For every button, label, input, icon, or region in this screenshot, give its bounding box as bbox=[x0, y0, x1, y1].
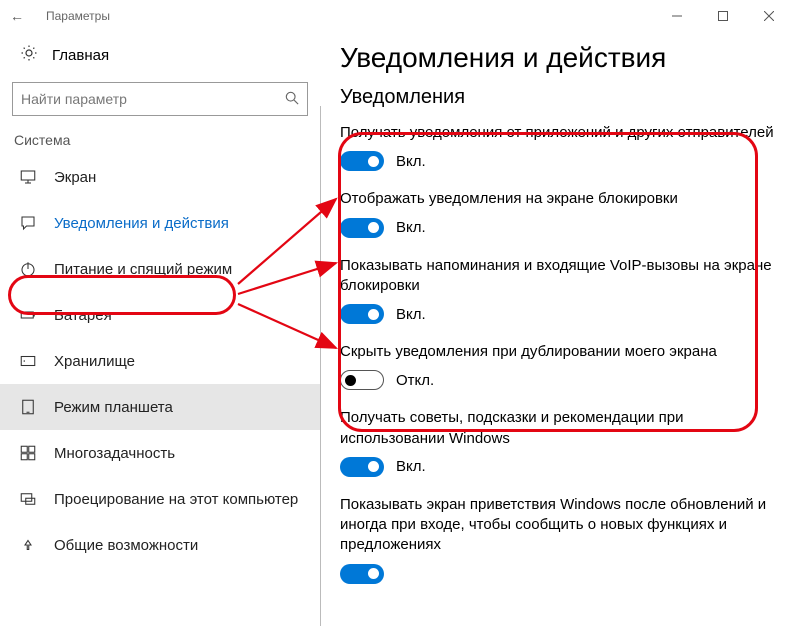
setting-label: Скрыть уведомления при дублировании моег… bbox=[340, 342, 780, 362]
sidebar-item-label: Режим планшета bbox=[54, 399, 173, 416]
setting-label: Показывать экран приветствия Windows пос… bbox=[340, 495, 780, 556]
toggle-switch[interactable] bbox=[340, 457, 384, 477]
setting-row: Отображать уведомления на экране блокиро… bbox=[340, 189, 780, 237]
tablet-icon bbox=[18, 398, 38, 416]
sidebar-item-label: Батарея bbox=[54, 307, 112, 324]
sidebar-item-monitor[interactable]: Экран bbox=[0, 154, 320, 200]
setting-label: Отображать уведомления на экране блокиро… bbox=[340, 189, 780, 209]
home-link[interactable]: Главная bbox=[0, 32, 320, 74]
battery-icon bbox=[18, 306, 38, 324]
sidebar-item-tablet[interactable]: Режим планшета bbox=[0, 384, 320, 430]
sidebar-item-label: Многозадачность bbox=[54, 445, 175, 462]
sidebar-item-label: Общие возможности bbox=[54, 537, 198, 554]
setting-label: Показывать напоминания и входящие VoIP-в… bbox=[340, 256, 780, 297]
home-label: Главная bbox=[52, 47, 109, 64]
sidebar-item-label: Хранилище bbox=[54, 353, 135, 370]
toggle-state: Вкл. bbox=[396, 458, 426, 475]
page-title: Уведомления и действия bbox=[340, 42, 780, 74]
notify-icon bbox=[18, 214, 38, 232]
search-placeholder: Найти параметр bbox=[21, 91, 285, 107]
minimize-button[interactable] bbox=[654, 0, 700, 32]
sidebar-item-shared[interactable]: Общие возможности bbox=[0, 522, 320, 568]
sidebar-item-storage[interactable]: Хранилище bbox=[0, 338, 320, 384]
sidebar-item-notify[interactable]: Уведомления и действия bbox=[0, 200, 320, 246]
multi-icon bbox=[18, 444, 38, 462]
toggle-switch[interactable] bbox=[340, 304, 384, 324]
gear-icon bbox=[20, 44, 38, 66]
toggle-switch[interactable] bbox=[340, 151, 384, 171]
setting-label: Получать уведомления от приложений и дру… bbox=[340, 123, 780, 143]
pane-divider bbox=[320, 106, 321, 626]
setting-row: Скрыть уведомления при дублировании моег… bbox=[340, 342, 780, 390]
toggle-switch[interactable] bbox=[340, 218, 384, 238]
sidebar-item-label: Проецирование на этот компьютер bbox=[54, 491, 298, 508]
sidebar-item-project[interactable]: Проецирование на этот компьютер bbox=[0, 476, 320, 522]
close-button[interactable] bbox=[746, 0, 792, 32]
setting-row: Показывать экран приветствия Windows пос… bbox=[340, 495, 780, 584]
back-button[interactable]: ← bbox=[10, 8, 46, 24]
toggle-state: Вкл. bbox=[396, 306, 426, 323]
sidebar-item-power[interactable]: Питание и спящий режим bbox=[0, 246, 320, 292]
toggle-switch[interactable] bbox=[340, 564, 384, 584]
project-icon bbox=[18, 490, 38, 508]
toggle-state: Вкл. bbox=[396, 219, 426, 236]
power-icon bbox=[18, 260, 38, 278]
page-subheading: Уведомления bbox=[340, 86, 780, 109]
window-title: Параметры bbox=[46, 9, 110, 23]
setting-row: Получать советы, подсказки и рекомендаци… bbox=[340, 408, 780, 477]
search-icon bbox=[285, 91, 299, 108]
section-heading: Система bbox=[0, 132, 320, 154]
search-input[interactable]: Найти параметр bbox=[12, 82, 308, 116]
monitor-icon bbox=[18, 168, 38, 186]
sidebar-item-label: Питание и спящий режим bbox=[54, 261, 232, 278]
titlebar: ← Параметры bbox=[0, 0, 792, 32]
setting-row: Получать уведомления от приложений и дру… bbox=[340, 123, 780, 171]
maximize-button[interactable] bbox=[700, 0, 746, 32]
sidebar-item-label: Экран bbox=[54, 169, 96, 186]
sidebar-item-multi[interactable]: Многозадачность bbox=[0, 430, 320, 476]
sidebar-item-label: Уведомления и действия bbox=[54, 215, 229, 232]
sidebar-item-battery[interactable]: Батарея bbox=[0, 292, 320, 338]
right-pane: Уведомления и действия Уведомления Получ… bbox=[320, 32, 792, 626]
storage-icon bbox=[18, 352, 38, 370]
toggle-state: Откл. bbox=[396, 372, 434, 389]
shared-icon bbox=[18, 536, 38, 554]
left-pane: Главная Найти параметр Система Экран Увед… bbox=[0, 32, 320, 626]
toggle-switch[interactable] bbox=[340, 370, 384, 390]
setting-label: Получать советы, подсказки и рекомендаци… bbox=[340, 408, 780, 449]
toggle-state: Вкл. bbox=[396, 153, 426, 170]
setting-row: Показывать напоминания и входящие VoIP-в… bbox=[340, 256, 780, 325]
